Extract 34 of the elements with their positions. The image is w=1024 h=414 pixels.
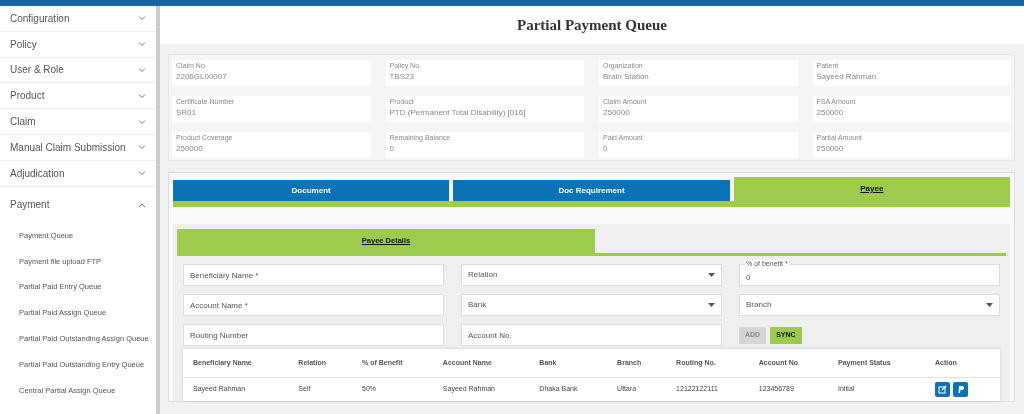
chevron-down-icon [138, 92, 146, 99]
sidebar-item[interactable]: Manual Claim Submission [0, 135, 156, 161]
chevron-down-icon [138, 144, 146, 151]
edit-button[interactable] [935, 381, 951, 397]
chevron-down-icon [138, 118, 146, 125]
sidebar-item[interactable]: Payment [0, 186, 156, 223]
chevron-down-icon [138, 67, 146, 73]
sidebar-item[interactable]: Configuration [0, 6, 156, 32]
select-field[interactable]: Bank [461, 294, 722, 316]
sidebar-item[interactable]: Policy [0, 31, 156, 58]
sidebar-item[interactable]: Claim [0, 109, 156, 135]
select-field[interactable]: Branch [739, 294, 1000, 316]
sidebar-item[interactable]: User & Role [0, 57, 156, 84]
payment-icon [956, 384, 965, 394]
chevron-down-icon [138, 41, 146, 48]
input-field[interactable]: Routing Number [183, 324, 444, 346]
sidebar-item[interactable]: Product [0, 83, 156, 110]
select-field[interactable]: Relation [461, 264, 722, 286]
sidebar-item[interactable]: Adjudication [0, 160, 156, 187]
tab[interactable]: Document [173, 180, 450, 201]
chevron-down-icon [138, 170, 146, 177]
chevron-down-icon [138, 15, 146, 22]
tab[interactable]: Payee [733, 177, 1010, 201]
input-field[interactable]: Account No. [461, 324, 722, 346]
dropdown-caret-icon [986, 303, 993, 307]
pay-button[interactable] [953, 381, 969, 397]
edit-icon [938, 384, 948, 394]
chevron-up-icon [138, 201, 146, 208]
dropdown-caret-icon [708, 273, 715, 277]
input-field[interactable]: Account Name * [183, 294, 444, 316]
input-field[interactable]: Beneficiary Name * [183, 264, 444, 286]
tab[interactable]: Doc Requirement [453, 180, 730, 201]
page-title: Partial Payment Queue [517, 15, 667, 35]
dropdown-caret-icon [708, 303, 715, 307]
